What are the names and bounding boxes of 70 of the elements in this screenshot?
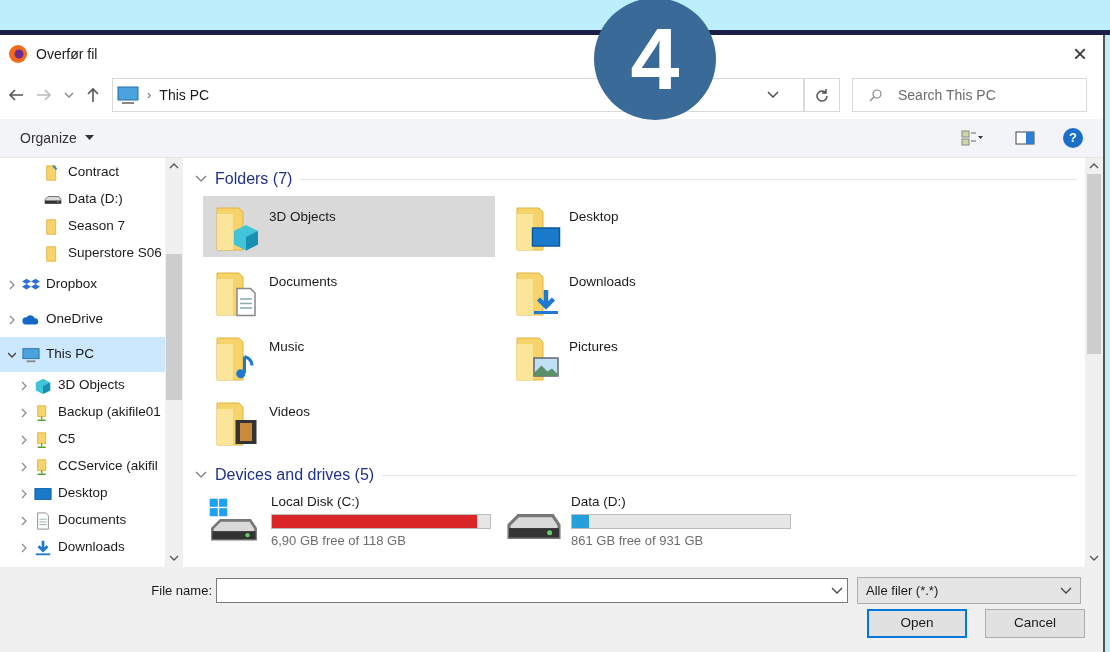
sidebar-item[interactable]: Data (D:)	[0, 186, 165, 213]
cube-icon	[34, 376, 52, 395]
chevron-down-icon[interactable]	[767, 91, 779, 99]
sidebar-item[interactable]: OneDrive	[0, 302, 165, 337]
group-header[interactable]: Folders (7)	[195, 167, 293, 191]
back-arrow-icon[interactable]	[8, 88, 24, 102]
document-icon	[34, 511, 52, 530]
computer-icon	[117, 85, 139, 105]
file-type-dropdown[interactable]: Alle filer (*.*)	[857, 577, 1081, 604]
dialog-button[interactable]: Open	[867, 609, 967, 638]
chevron-down-icon	[1060, 586, 1072, 595]
chevron-down-icon[interactable]	[831, 586, 843, 595]
sidebar-item[interactable]: Backup (akifile01	[0, 399, 165, 426]
folder-tile[interactable]: Pictures	[503, 326, 795, 387]
folder-tile[interactable]: Music	[203, 326, 495, 387]
search-icon	[869, 89, 882, 102]
up-arrow-icon[interactable]	[86, 87, 100, 103]
sidebar-item[interactable]: CCService (akifil	[0, 453, 165, 480]
drive-tile[interactable]: Local Disk (C:) 6,90 GB free of 118 GB	[203, 492, 495, 560]
folder-tile[interactable]: 3D Objects	[203, 196, 495, 257]
sidebar-item[interactable]: C5	[0, 426, 165, 453]
close-button[interactable]: ×	[1065, 42, 1095, 66]
help-button[interactable]: ?	[1063, 128, 1083, 148]
window-title: Overfør fil	[36, 44, 98, 64]
sidebar-scrollbar[interactable]	[165, 158, 183, 567]
sidebar-item[interactable]: Downloads	[0, 534, 165, 561]
folder-with-monitor-icon	[515, 204, 563, 252]
chevron-right-icon[interactable]	[20, 542, 28, 553]
sidebar-item[interactable]: This PC	[0, 337, 165, 372]
drive-tile[interactable]: Data (D:) 861 GB free of 931 GB	[503, 492, 795, 560]
forward-arrow-icon[interactable]	[36, 88, 52, 102]
sidebar-item[interactable]: Season 7	[0, 213, 165, 240]
chevron-right-icon[interactable]	[20, 434, 28, 445]
folder-tile[interactable]: Desktop	[503, 196, 795, 257]
sidebar-item[interactable]: Superstore S06	[0, 240, 165, 267]
browser-logo-icon	[8, 44, 28, 64]
sidebar-item[interactable]: Contract	[0, 159, 165, 186]
hard-drive-icon	[44, 195, 62, 204]
dialog-button[interactable]: Cancel	[985, 609, 1085, 638]
folder-tile[interactable]: Documents	[203, 261, 495, 322]
chevron-right-icon[interactable]	[20, 488, 28, 499]
chevron-right-icon[interactable]	[20, 380, 28, 391]
chevron-down-icon	[195, 175, 207, 183]
chevron-right-icon[interactable]	[20, 515, 28, 526]
refresh-button[interactable]	[804, 78, 840, 112]
chevron-right-icon[interactable]	[20, 407, 28, 418]
down-arrow-icon	[34, 538, 52, 557]
computer-icon	[22, 345, 40, 364]
sidebar-item[interactable]: Dropbox	[0, 267, 165, 302]
folder-tile[interactable]: Downloads	[503, 261, 795, 322]
chevron-right-icon[interactable]	[20, 461, 28, 472]
file-name-field[interactable]	[216, 578, 848, 603]
path-separator: ›	[147, 86, 152, 105]
content-scrollbar[interactable]	[1085, 158, 1103, 567]
view-options-button[interactable]	[961, 130, 983, 146]
hard-drive-icon	[507, 514, 561, 539]
refresh-icon	[815, 88, 829, 102]
chevron-right-icon[interactable]	[8, 279, 16, 290]
preview-pane-button[interactable]	[1015, 131, 1035, 145]
search-field[interactable]: Search This PC	[852, 78, 1087, 112]
sidebar-item[interactable]: 3D Objects	[0, 372, 165, 399]
sidebar-item[interactable]: Desktop	[0, 480, 165, 507]
chevron-down-icon	[195, 471, 207, 479]
caret-down-icon	[84, 135, 94, 141]
sidebar-item[interactable]: Documents	[0, 507, 165, 534]
chevron-right-icon[interactable]	[8, 314, 16, 325]
file-name-label: File name:	[150, 581, 213, 600]
organize-button[interactable]: Organize	[20, 127, 94, 149]
group-header[interactable]: Devices and drives (5)	[195, 463, 375, 487]
folder-tile[interactable]: Videos	[203, 391, 495, 452]
